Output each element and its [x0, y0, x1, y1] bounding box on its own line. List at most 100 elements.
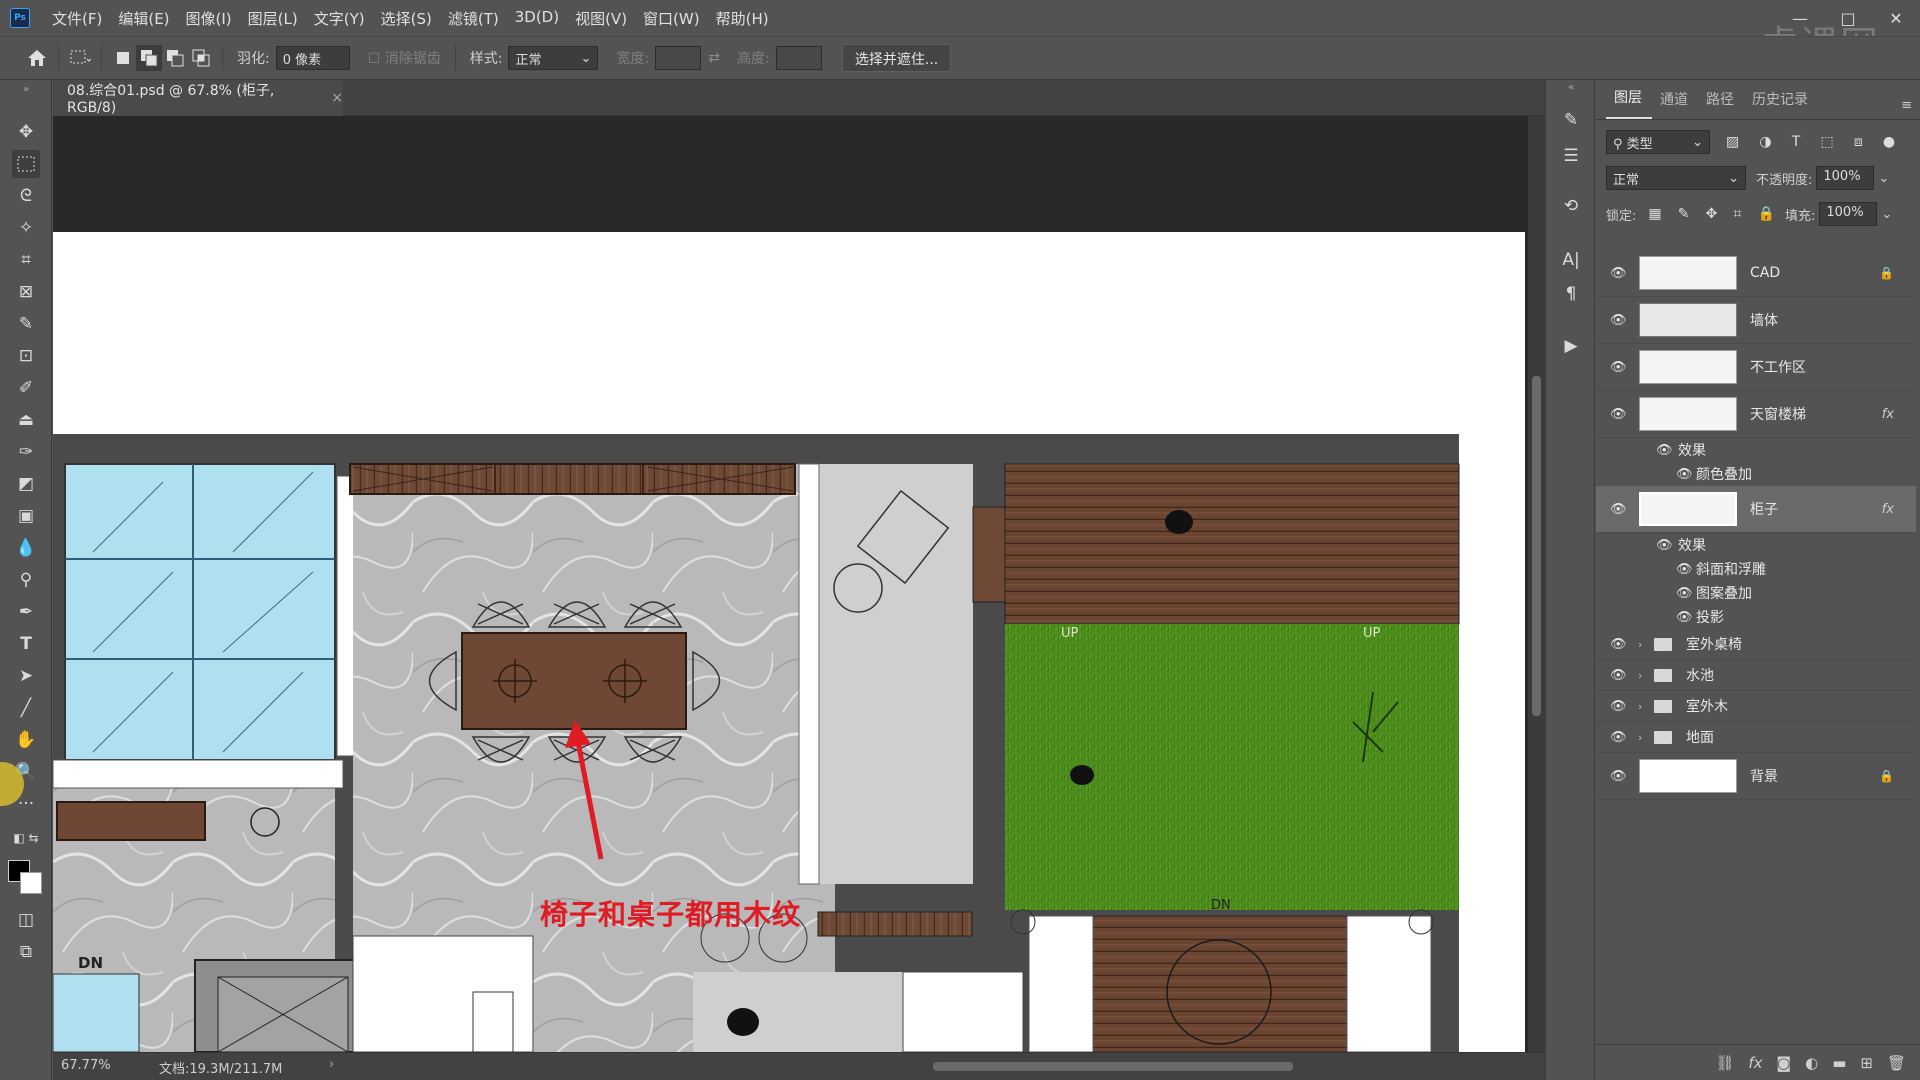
feather-input[interactable]: 0 像素	[275, 46, 350, 70]
hand-tool-icon[interactable]: ✋	[12, 726, 40, 754]
vertical-scrollbar[interactable]	[1528, 116, 1545, 1052]
link-layers-icon[interactable]: ⛓	[1715, 1054, 1734, 1072]
marquee-preset-icon[interactable]	[67, 45, 93, 71]
menu-layer[interactable]: 图层(L)	[248, 8, 298, 29]
visibility-eye-icon[interactable]: 👁	[1676, 610, 1696, 625]
frame-tool-icon[interactable]: ⊠	[12, 278, 40, 306]
tab-paths[interactable]: 路径	[1698, 89, 1744, 119]
lock-all-icon[interactable]: 🔒	[1758, 206, 1775, 222]
type-tool-icon[interactable]: T	[12, 630, 40, 658]
visibility-eye-icon[interactable]: 👁	[1610, 769, 1630, 784]
new-selection-icon[interactable]	[110, 45, 136, 71]
menu-select[interactable]: 选择(S)	[381, 8, 432, 29]
filter-adjustment-icon[interactable]: ◑	[1759, 134, 1771, 150]
fx-icon[interactable]: fx	[1882, 502, 1894, 517]
menu-type[interactable]: 文字(Y)	[314, 8, 365, 29]
delete-layer-icon[interactable]: 🗑	[1887, 1054, 1906, 1072]
default-colors-icon[interactable]: ◧ ⇆	[12, 824, 40, 852]
layer-row[interactable]: 👁 不工作区	[1596, 344, 1916, 391]
group-row[interactable]: 👁 › 地面	[1596, 722, 1916, 753]
add-mask-icon[interactable]: ◙	[1777, 1054, 1792, 1072]
home-icon[interactable]	[24, 45, 50, 71]
brush-settings-icon[interactable]: ✎	[1557, 106, 1585, 134]
maximize-button[interactable]: □	[1824, 0, 1872, 36]
line-tool-icon[interactable]: ╱	[12, 694, 40, 722]
new-adjustment-icon[interactable]: ◐	[1805, 1054, 1818, 1072]
chevron-down-icon[interactable]: ⌄	[1878, 171, 1889, 186]
crop-tool-icon[interactable]: ⌗	[12, 246, 40, 274]
filter-smart-object-icon[interactable]: ⧈	[1854, 134, 1863, 150]
antialias-checkbox[interactable]: ☐ 消除锯齿	[368, 48, 441, 68]
chevron-down-icon[interactable]: ⌄	[1881, 207, 1892, 222]
effects-row[interactable]: 👁 效果	[1596, 533, 1916, 557]
eraser-tool-icon[interactable]: ◩	[12, 470, 40, 498]
play-actions-icon[interactable]: ▶	[1557, 332, 1585, 360]
vertical-scroll-thumb[interactable]	[1532, 376, 1541, 716]
close-tab-icon[interactable]: ×	[331, 90, 343, 106]
visibility-eye-icon[interactable]: 👁	[1610, 313, 1630, 328]
eyedropper-tool-icon[interactable]: ✎	[12, 310, 40, 338]
style-select[interactable]: 正常 ⌄	[508, 46, 599, 70]
menu-view[interactable]: 视图(V)	[575, 8, 627, 29]
expand-chevron-icon[interactable]: ›	[1638, 669, 1642, 682]
menu-file[interactable]: 文件(F)	[52, 8, 102, 29]
effect-row[interactable]: 👁 投影	[1596, 605, 1916, 629]
effect-row[interactable]: 👁 颜色叠加	[1596, 462, 1916, 486]
lasso-tool-icon[interactable]: ᘓ	[12, 182, 40, 210]
rect-marquee-tool-icon[interactable]	[12, 150, 40, 178]
paragraph-icon[interactable]: ¶	[1557, 280, 1585, 308]
filter-type-icon[interactable]: T	[1792, 134, 1801, 150]
tab-layers[interactable]: 图层	[1606, 87, 1652, 119]
fill-input[interactable]: 100%	[1819, 202, 1878, 226]
new-layer-icon[interactable]: ⊞	[1860, 1054, 1873, 1072]
visibility-eye-icon[interactable]: 👁	[1610, 407, 1630, 422]
menu-help[interactable]: 帮助(H)	[716, 8, 769, 29]
lock-position-icon[interactable]: ✥	[1706, 206, 1718, 222]
layer-row[interactable]: 👁 墙体	[1596, 297, 1916, 344]
menu-image[interactable]: 图像(I)	[186, 8, 232, 29]
layer-row[interactable]: 👁 背景 🔒	[1596, 753, 1916, 800]
visibility-eye-icon[interactable]: 👁	[1610, 637, 1630, 652]
lock-transparent-icon[interactable]: ▦	[1648, 206, 1661, 222]
menu-window[interactable]: 窗口(W)	[643, 8, 700, 29]
visibility-eye-icon[interactable]: 👁	[1676, 467, 1696, 482]
gradient-tool-icon[interactable]: ▣	[12, 502, 40, 530]
width-input[interactable]	[655, 46, 702, 70]
group-row[interactable]: 👁 › 室外桌椅	[1596, 629, 1916, 660]
collapse-icon[interactable]: »	[12, 84, 40, 95]
menu-3d[interactable]: 3D(D)	[515, 8, 559, 29]
visibility-eye-icon[interactable]: 👁	[1610, 502, 1630, 517]
visibility-eye-icon[interactable]: 👁	[1610, 266, 1630, 281]
visibility-eye-icon[interactable]: 👁	[1610, 668, 1630, 683]
history-brush-tool-icon[interactable]: ✑	[12, 438, 40, 466]
lock-pixels-icon[interactable]: ✎	[1678, 206, 1690, 222]
filter-pixel-icon[interactable]: ▨	[1726, 134, 1739, 150]
group-row[interactable]: 👁 › 室外木	[1596, 691, 1916, 722]
add-selection-icon[interactable]	[136, 45, 162, 71]
intersect-selection-icon[interactable]	[188, 45, 214, 71]
visibility-eye-icon[interactable]: 👁	[1676, 586, 1696, 601]
dodge-tool-icon[interactable]: ⚲	[12, 566, 40, 594]
collapse-dock-icon[interactable]: «	[1557, 80, 1585, 94]
expand-chevron-icon[interactable]: ›	[1638, 700, 1642, 713]
filter-toggle-icon[interactable]: ●	[1883, 134, 1895, 150]
swap-icon[interactable]: ⇄	[701, 45, 727, 71]
new-group-icon[interactable]: ▬	[1832, 1054, 1846, 1072]
horizontal-scroll-thumb[interactable]	[933, 1062, 1293, 1071]
height-input[interactable]	[775, 46, 822, 70]
layer-row[interactable]: 👁 CAD 🔒	[1596, 250, 1916, 297]
path-select-tool-icon[interactable]: ➤	[12, 662, 40, 690]
status-expand-icon[interactable]: ›	[329, 1057, 334, 1072]
adjustments-icon[interactable]: ☰	[1557, 142, 1585, 170]
select-and-mask-button[interactable]: 选择并遮住...	[841, 44, 952, 72]
zoom-level[interactable]: 67.77%	[61, 1058, 111, 1073]
opacity-input[interactable]: 100%	[1816, 166, 1875, 190]
lock-artboard-icon[interactable]: ⌗	[1734, 206, 1742, 222]
layer-row[interactable]: 👁 天窗楼梯 fx	[1596, 391, 1916, 438]
effect-row[interactable]: 👁 斜面和浮雕	[1596, 557, 1916, 581]
visibility-eye-icon[interactable]: 👁	[1656, 538, 1676, 553]
menu-edit[interactable]: 编辑(E)	[118, 8, 169, 29]
stamp-tool-icon[interactable]: ⏏	[12, 406, 40, 434]
effect-row[interactable]: 👁 图案叠加	[1596, 581, 1916, 605]
move-tool-icon[interactable]: ✥	[12, 118, 40, 146]
